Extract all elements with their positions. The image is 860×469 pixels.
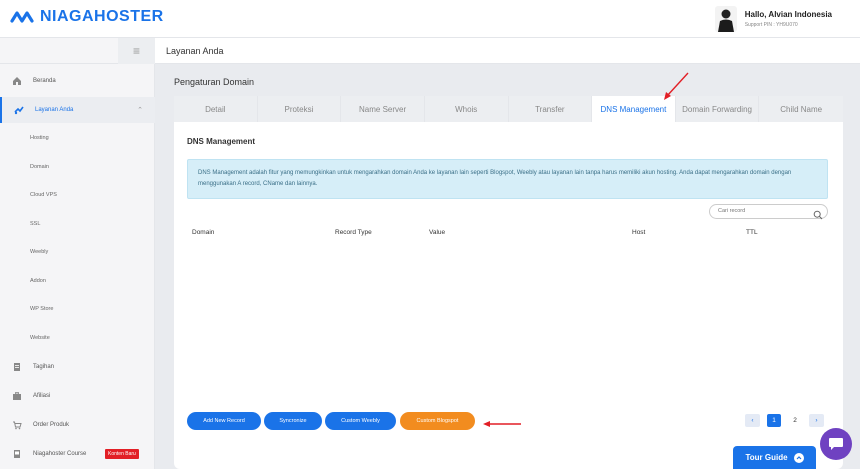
search-box[interactable] <box>709 204 828 220</box>
user-menu[interactable]: Hallo, Alvian Indonesia Support PIN : YH… <box>714 6 832 32</box>
support-pin: Support PIN : YH9U070 <box>744 22 798 28</box>
breadcrumb-title: Layanan Anda <box>166 46 224 56</box>
dns-panel: DNS Management DNS Management adalah fit… <box>174 122 843 469</box>
logo[interactable]: NIAGAHOSTER <box>10 8 164 26</box>
home-icon <box>12 76 22 86</box>
section-title: Pengaturan Domain <box>174 77 255 87</box>
sidebar-item-tagihan[interactable]: Tagihan <box>0 354 155 380</box>
tab-child-name[interactable]: Child Name <box>759 96 843 122</box>
sidebar-item-afiliasi[interactable]: Afiliasi <box>0 383 155 409</box>
search-icon[interactable] <box>813 207 823 225</box>
info-alert: DNS Management adalah fitur yang memungk… <box>187 159 828 199</box>
column-record-type: Record Type <box>335 229 372 236</box>
tour-guide-button[interactable]: Tour Guide <box>733 446 816 469</box>
column-value: Value <box>429 229 446 236</box>
hamburger-icon[interactable]: ≡ <box>118 38 155 64</box>
sidebar-subitem-weebly[interactable]: Weebly <box>30 249 48 255</box>
services-icon <box>14 105 24 115</box>
new-content-badge: Konten Baru <box>105 449 139 459</box>
tab-whois[interactable]: Whois <box>424 96 509 122</box>
avatar-image-icon <box>714 6 737 32</box>
tab-detail[interactable]: Detail <box>174 96 258 122</box>
breadcrumb: Layanan Anda <box>155 38 860 64</box>
syncronize-button[interactable]: Syncronize <box>264 412 322 430</box>
chevron-up-icon[interactable]: ⌃ <box>137 106 143 114</box>
briefcase-icon <box>12 391 22 401</box>
sidebar-top: ≡ <box>0 38 155 64</box>
add-new-record-button[interactable]: Add New Record <box>187 412 261 430</box>
sidebar-subitem-domain[interactable]: Domain <box>30 164 49 170</box>
sidebar-subitem-wp-store[interactable]: WP Store <box>30 306 53 312</box>
cart-icon <box>12 420 22 430</box>
chat-icon[interactable] <box>820 428 852 460</box>
sidebar-item-label: Afiliasi <box>33 393 51 399</box>
sidebar-item-course[interactable]: Niagahoster Course Konten Baru <box>0 441 155 467</box>
tab-name-server[interactable]: Name Server <box>341 96 425 122</box>
tab-domain-forwarding[interactable]: Domain Forwarding <box>675 96 760 122</box>
tour-guide-label: Tour Guide <box>745 453 788 462</box>
sidebar-item-label: Tagihan <box>33 364 55 370</box>
column-ttl: TTL <box>746 229 758 236</box>
custom-blogspot-button[interactable]: Custom Blogspot <box>400 412 475 430</box>
pagination-page-1[interactable]: 1 <box>767 414 781 427</box>
domain-tabs: Detail Proteksi Name Server Whois Transf… <box>174 96 843 122</box>
pagination-prev-button[interactable]: ‹ <box>745 414 760 427</box>
tab-proteksi[interactable]: Proteksi <box>257 96 342 122</box>
brand-name: NIAGAHOSTER <box>40 8 164 25</box>
pagination-page-2[interactable]: 2 <box>789 414 801 427</box>
chevron-up-icon <box>793 452 804 463</box>
sidebar-subitem-hosting[interactable]: Hosting <box>30 135 49 141</box>
sidebar-item-label: Niagahoster Course <box>33 451 87 457</box>
pagination-next-button[interactable]: › <box>809 414 824 427</box>
avatar[interactable] <box>714 6 737 32</box>
search-input[interactable] <box>718 208 808 214</box>
column-host: Host <box>632 229 646 236</box>
tab-dns-management[interactable]: DNS Management <box>592 96 676 122</box>
user-greeting: Hallo, Alvian Indonesia <box>744 10 832 19</box>
sidebar-item-beranda[interactable]: Beranda <box>0 68 155 94</box>
sidebar-subitem-addon[interactable]: Addon <box>30 278 46 284</box>
sidebar-item-label: Order Produk <box>33 422 70 428</box>
tab-transfer[interactable]: Transfer <box>508 96 593 122</box>
table-header: Domain Record Type Value Host TTL <box>187 226 828 240</box>
sidebar-subitem-cloud-vps[interactable]: Cloud VPS <box>30 192 57 198</box>
top-header: NIAGAHOSTER Hallo, Alvian Indonesia Supp… <box>0 0 860 38</box>
sidebar-subitem-ssl[interactable]: SSL <box>30 221 40 227</box>
custom-weebly-button[interactable]: Custom Weebly <box>325 412 396 430</box>
invoice-icon <box>12 362 22 372</box>
sidebar-item-layanan[interactable]: Layanan Anda ⌃ <box>0 97 155 123</box>
panel-title: DNS Management <box>187 137 256 146</box>
niagahoster-logo-icon <box>10 11 34 23</box>
sidebar-subitem-website[interactable]: Website <box>30 335 50 341</box>
sidebar-item-order-produk[interactable]: Order Produk <box>0 412 155 438</box>
column-domain: Domain <box>192 229 215 236</box>
sidebar-item-label: Beranda <box>33 78 56 84</box>
user-info: Hallo, Alvian Indonesia Support PIN : YH… <box>745 10 832 28</box>
sidebar-item-label: Layanan Anda <box>35 107 74 113</box>
course-icon <box>12 449 22 459</box>
